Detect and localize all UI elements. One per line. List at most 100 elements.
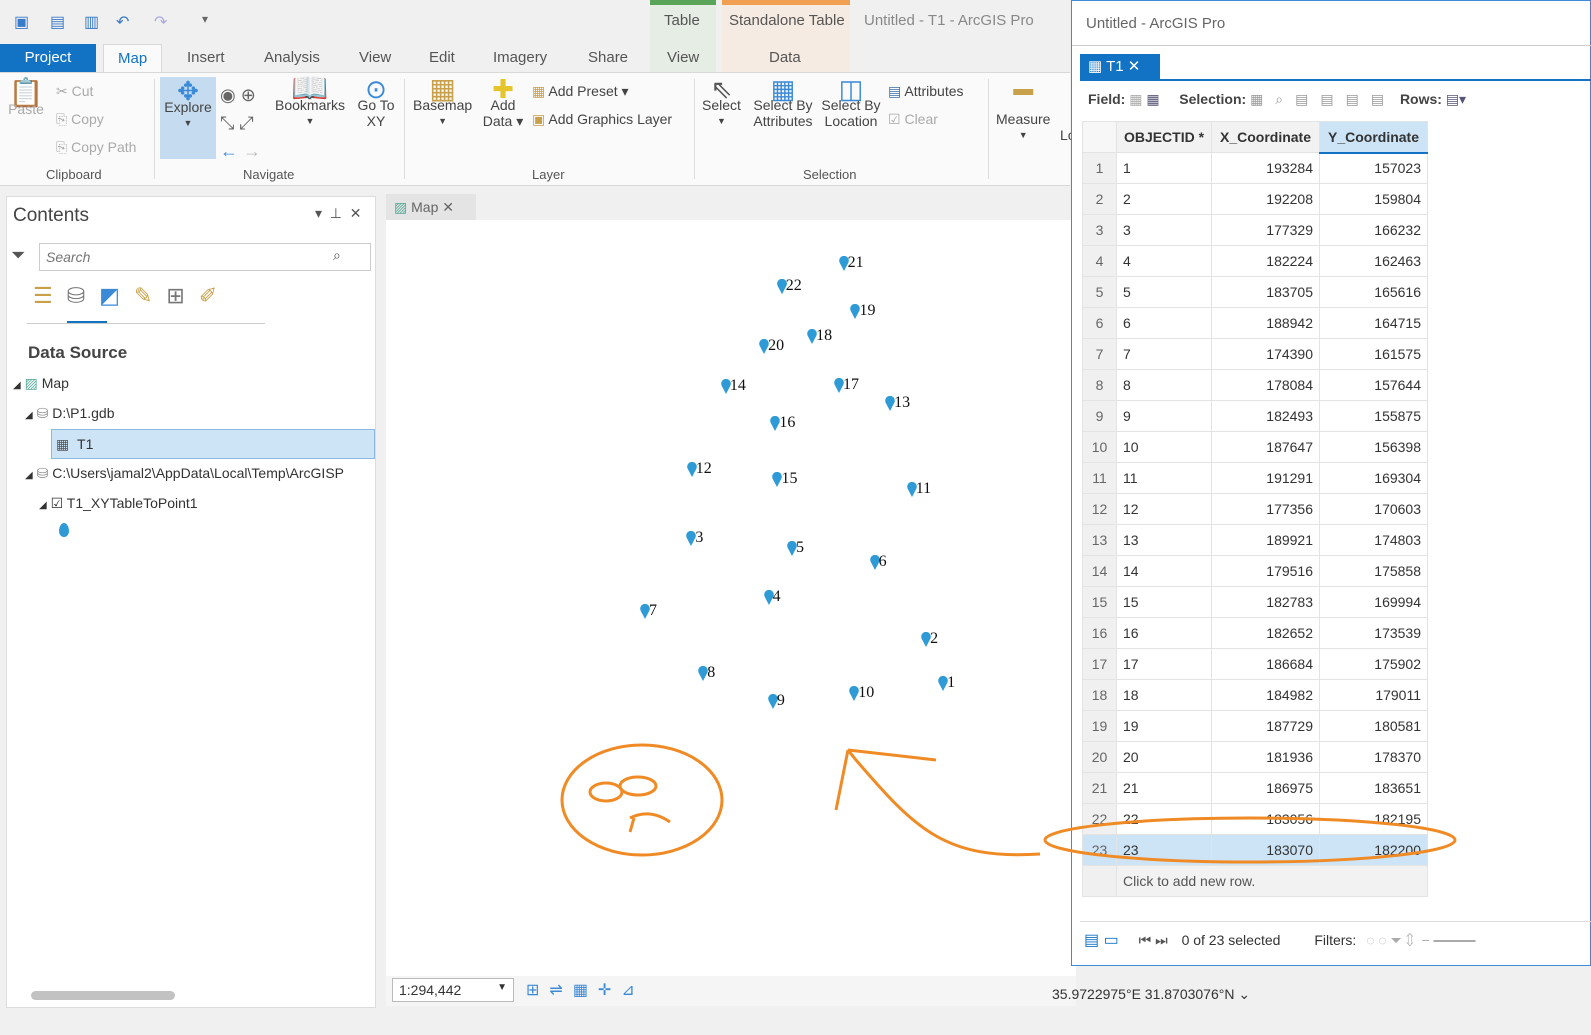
cell-objectid[interactable]: 10 [1116,431,1212,463]
clear-button[interactable]: ☑ Clear [888,111,938,127]
cell-y[interactable]: 180581 [1319,710,1428,742]
cell-objectid[interactable]: 5 [1116,276,1212,308]
cell-x[interactable]: 177329 [1211,214,1320,246]
cell-y[interactable]: 155875 [1319,400,1428,432]
cell-y[interactable]: 162463 [1319,245,1428,277]
cell-x[interactable]: 187729 [1211,710,1320,742]
cell-y[interactable]: 174803 [1319,524,1428,556]
cell-y[interactable]: 161575 [1319,338,1428,370]
select-by-location-button[interactable]: ◫ Select By Location [820,76,882,129]
add-row-icon[interactable]: ▤▾ [1446,91,1466,107]
tab-t1[interactable]: ▦ T1 ✕ [1080,54,1160,80]
cut-button[interactable]: ✂ Cut [56,83,93,99]
tab-standalone-data[interactable]: Data [759,44,811,72]
cell-objectid[interactable]: 9 [1116,400,1212,432]
cell-x[interactable]: 177356 [1211,493,1320,525]
pager-buttons[interactable]: ⏮ ⏭ [1139,932,1168,948]
row-number[interactable]: 12 [1082,493,1117,525]
tree-item-map[interactable]: ◢ ▨ Map [13,375,69,392]
row-number[interactable]: 6 [1082,307,1117,339]
cell-x[interactable]: 188942 [1211,307,1320,339]
horizontal-scrollbar[interactable] [31,991,175,1000]
table-row[interactable]: 5 5 183705 165616 [1082,276,1428,308]
row-number[interactable]: 16 [1082,617,1117,649]
cell-objectid[interactable]: 16 [1116,617,1212,649]
tab-project[interactable]: Project [0,44,96,72]
tab-map[interactable]: Map [103,44,163,72]
table-row[interactable]: 13 13 189921 174803 [1082,524,1428,556]
new-project-icon[interactable]: ▣ [14,12,29,32]
visibility-checkbox[interactable]: ☑ [51,495,64,511]
row-number[interactable]: 5 [1082,276,1117,308]
cell-x[interactable]: 178084 [1211,369,1320,401]
cell-x[interactable]: 174390 [1211,338,1320,370]
close-icon[interactable]: ✕ [1128,58,1141,75]
tab-insert[interactable]: Insert [177,44,235,72]
table-row[interactable]: 15 15 182783 169994 [1082,586,1428,618]
editing-icon[interactable]: ✎ [134,283,166,308]
column-header[interactable]: Y_Coordinate [1319,121,1428,154]
table-row[interactable]: 18 18 184982 179011 [1082,679,1428,711]
zoom-buttons[interactable]: ◉ ⊕ ⤡ ⤢ ← → [220,81,261,165]
search-icon[interactable]: ⌕ [333,247,341,264]
map-point-marker[interactable] [777,278,787,294]
column-header[interactable]: OBJECTID * [1116,121,1212,153]
cell-objectid[interactable]: 19 [1116,710,1212,742]
cell-y[interactable]: 179011 [1319,679,1428,711]
table-row[interactable]: 6 6 188942 164715 [1082,307,1428,339]
tab-imagery[interactable]: Imagery [483,44,557,72]
tree-item-t1[interactable]: ▦ T1 [51,429,375,459]
cell-objectid[interactable]: 12 [1116,493,1212,525]
cell-y[interactable]: 175902 [1319,648,1428,680]
cell-y[interactable]: 156398 [1319,431,1428,463]
add-graphics-layer-button[interactable]: ▣ Add Graphics Layer [532,111,672,127]
redo-icon[interactable]: ↷ [154,12,167,32]
cell-y[interactable]: 170603 [1319,493,1428,525]
add-field-icon[interactable]: ▦ [1129,91,1142,107]
cell-objectid[interactable]: 8 [1116,369,1212,401]
tab-share[interactable]: Share [578,44,638,72]
cell-x[interactable]: 182493 [1211,400,1320,432]
cell-y[interactable]: 173539 [1319,617,1428,649]
cell-y[interactable]: 169304 [1319,462,1428,494]
cell-x[interactable]: 182652 [1211,617,1320,649]
cell-y[interactable]: 157644 [1319,369,1428,401]
cell-x[interactable]: 189921 [1211,524,1320,556]
table-row[interactable]: 17 17 186684 175902 [1082,648,1428,680]
row-number[interactable]: 3 [1082,214,1117,246]
selection-tools[interactable]: ▦⌕▤▤▤▤ [1250,91,1396,107]
tab-edit[interactable]: Edit [419,44,465,72]
cell-x[interactable]: 186684 [1211,648,1320,680]
open-project-icon[interactable]: ▤ [50,12,65,32]
row-number[interactable]: 18 [1082,679,1117,711]
tab-table-view[interactable]: View [657,44,709,72]
table-row[interactable]: 16 16 182652 173539 [1082,617,1428,649]
go-to-xy-button[interactable]: ⊙ Go To XY [356,76,396,129]
row-number[interactable]: 1 [1082,152,1117,184]
row-number[interactable]: 17 [1082,648,1117,680]
cell-objectid[interactable]: 2 [1116,183,1212,215]
row-number[interactable]: 20 [1082,741,1117,773]
data-source-icon[interactable]: ⛁ [67,283,99,308]
table-row[interactable]: 14 14 179516 175858 [1082,555,1428,587]
row-number[interactable]: 10 [1082,431,1117,463]
table-row[interactable]: 2 2 192208 159804 [1082,183,1428,215]
cell-objectid[interactable]: 18 [1116,679,1212,711]
calculate-field-icon[interactable]: ▦ [1146,91,1159,107]
add-data-button[interactable]: ✚ Add Data ▾ [482,76,524,129]
draw-order-icon[interactable]: ☰ [33,283,67,308]
tab-analysis[interactable]: Analysis [254,44,330,72]
table-row[interactable]: 9 9 182493 155875 [1082,400,1428,432]
labeling-icon[interactable]: ✐ [199,283,231,308]
map-view[interactable]: 1 2 3 4 5 6 7 8 9 10 11 12 13 14 15 16 17 18 19 20 21 22 [386,220,1076,976]
table-row[interactable]: 7 7 174390 161575 [1082,338,1428,370]
map-tools[interactable]: ⊞⇌▦✛⊿ [526,980,645,1000]
save-project-icon[interactable]: ▥ [84,12,99,32]
tree-item-gdb[interactable]: ◢ ⛁ D:\P1.gdb [25,405,114,422]
attributes-button[interactable]: ▤ Attributes [888,83,964,99]
cell-objectid[interactable]: 21 [1116,772,1212,804]
cell-y[interactable]: 178370 [1319,741,1428,773]
row-number[interactable]: 13 [1082,524,1117,556]
select-all-corner[interactable] [1082,121,1117,153]
cell-y[interactable]: 169994 [1319,586,1428,618]
